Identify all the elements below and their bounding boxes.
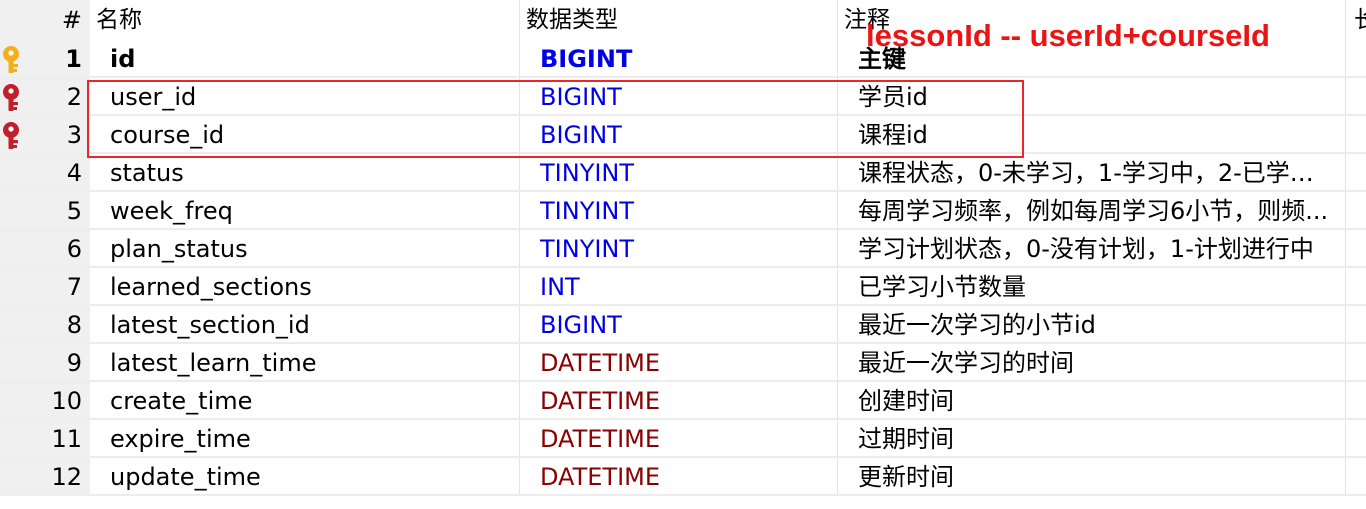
header-data-type[interactable]: 数据类型: [520, 0, 838, 40]
comment-cell[interactable]: 课程id: [838, 116, 1346, 153]
comment-cell[interactable]: 课程状态，0-未学习，1-学习中，2-已学完...: [838, 154, 1346, 191]
data-type-cell[interactable]: DATETIME: [520, 344, 838, 381]
row-number[interactable]: 7: [36, 268, 90, 305]
row-number[interactable]: 3: [36, 116, 90, 153]
length-cell[interactable]: [1346, 40, 1366, 77]
table-row[interactable]: 11 expire_time DATETIME 过期时间: [0, 420, 1366, 458]
table-row[interactable]: 9 latest_learn_time DATETIME 最近一次学习的时间: [0, 344, 1366, 382]
table-row[interactable]: 10 create_time DATETIME 创建时间: [0, 382, 1366, 420]
key-gutter: [0, 268, 36, 305]
header-length[interactable]: 长: [1346, 0, 1366, 40]
comment-cell[interactable]: 已学习小节数量: [838, 268, 1346, 305]
table-row[interactable]: 5 week_freq TINYINT 每周学习频率，例如每周学习6小节，则频...: [0, 192, 1366, 230]
length-cell[interactable]: [1346, 458, 1366, 495]
column-name-cell[interactable]: user_id: [90, 78, 520, 115]
column-name-cell[interactable]: expire_time: [90, 420, 520, 457]
key-gutter: [0, 382, 36, 419]
key-gutter: [0, 40, 36, 77]
key-gutter: [0, 344, 36, 381]
column-name-cell[interactable]: week_freq: [90, 192, 520, 229]
data-type-cell[interactable]: BIGINT: [520, 116, 838, 153]
column-name-cell[interactable]: latest_learn_time: [90, 344, 520, 381]
table-row[interactable]: 2 user_id BIGINT 学员id: [0, 78, 1366, 116]
key-gutter: [0, 306, 36, 343]
length-cell[interactable]: [1346, 230, 1366, 267]
table-row[interactable]: 12 update_time DATETIME 更新时间: [0, 458, 1366, 496]
key-gutter: [0, 192, 36, 229]
length-cell[interactable]: [1346, 420, 1366, 457]
length-cell[interactable]: [1346, 382, 1366, 419]
data-type-cell[interactable]: INT: [520, 268, 838, 305]
comment-cell[interactable]: 最近一次学习的小节id: [838, 306, 1346, 343]
row-number[interactable]: 5: [36, 192, 90, 229]
row-number[interactable]: 4: [36, 154, 90, 191]
comment-cell[interactable]: 学习计划状态，0-没有计划，1-计划进行中: [838, 230, 1346, 267]
comment-cell[interactable]: 过期时间: [838, 420, 1346, 457]
column-name-cell[interactable]: plan_status: [90, 230, 520, 267]
length-cell[interactable]: [1346, 78, 1366, 115]
header-row-number[interactable]: #: [36, 0, 90, 40]
data-type-cell[interactable]: DATETIME: [520, 458, 838, 495]
data-type-cell[interactable]: DATETIME: [520, 420, 838, 457]
comment-cell[interactable]: 每周学习频率，例如每周学习6小节，则频...: [838, 192, 1346, 229]
row-number[interactable]: 11: [36, 420, 90, 457]
index-key-icon: [0, 121, 26, 151]
column-name-cell[interactable]: update_time: [90, 458, 520, 495]
columns-grid: # 名称 数据类型 注释 长 1idBIGINT主键2user_idBIGINT…: [0, 0, 1366, 497]
table-row[interactable]: 7 learned_sections INT 已学习小节数量: [0, 268, 1366, 306]
key-gutter: [0, 420, 36, 457]
data-type-cell[interactable]: TINYINT: [520, 154, 838, 191]
row-number[interactable]: 1: [36, 40, 90, 77]
key-gutter: [0, 116, 36, 153]
comment-cell[interactable]: 更新时间: [838, 458, 1346, 495]
length-cell[interactable]: [1346, 154, 1366, 191]
data-type-cell[interactable]: TINYINT: [520, 192, 838, 229]
row-number[interactable]: 9: [36, 344, 90, 381]
key-gutter: [0, 458, 36, 495]
table-row[interactable]: 8 latest_section_id BIGINT 最近一次学习的小节id: [0, 306, 1366, 344]
key-gutter: [0, 78, 36, 115]
length-cell[interactable]: [1346, 344, 1366, 381]
data-type-cell[interactable]: TINYINT: [520, 230, 838, 267]
row-number[interactable]: 12: [36, 458, 90, 495]
index-key-icon: [0, 83, 26, 113]
data-type-cell[interactable]: BIGINT: [520, 306, 838, 343]
row-number[interactable]: 10: [36, 382, 90, 419]
header-name[interactable]: 名称: [90, 0, 520, 40]
column-name-cell[interactable]: create_time: [90, 382, 520, 419]
column-name-cell[interactable]: id: [90, 40, 520, 77]
table-row[interactable]: 6 plan_status TINYINT 学习计划状态，0-没有计划，1-计划进行中: [0, 230, 1366, 268]
key-gutter: [0, 154, 36, 191]
row-number[interactable]: 6: [36, 230, 90, 267]
key-gutter: [0, 230, 36, 267]
data-type-cell[interactable]: DATETIME: [520, 382, 838, 419]
column-name-cell[interactable]: learned_sections: [90, 268, 520, 305]
column-name-cell[interactable]: latest_section_id: [90, 306, 520, 343]
primary-key-icon: [0, 45, 26, 75]
comment-cell[interactable]: 创建时间: [838, 382, 1346, 419]
table-row[interactable]: 3 course_id BIGINT 课程id: [0, 116, 1366, 154]
row-number[interactable]: 2: [36, 78, 90, 115]
length-cell[interactable]: [1346, 192, 1366, 229]
column-name-cell[interactable]: status: [90, 154, 520, 191]
row-number[interactable]: 8: [36, 306, 90, 343]
comment-cell[interactable]: 主键: [838, 40, 1346, 77]
table-row[interactable]: 1 id BIGINT 主键: [0, 40, 1366, 78]
length-cell[interactable]: [1346, 306, 1366, 343]
grid-header: # 名称 数据类型 注释 长: [0, 0, 1366, 40]
comment-cell[interactable]: 学员id: [838, 78, 1346, 115]
column-name-cell[interactable]: course_id: [90, 116, 520, 153]
data-type-cell[interactable]: BIGINT: [520, 40, 838, 77]
header-key-gutter: [0, 0, 36, 40]
table-row[interactable]: 4 status TINYINT 课程状态，0-未学习，1-学习中，2-已学完...: [0, 154, 1366, 192]
header-comment[interactable]: 注释: [838, 0, 1346, 40]
data-type-cell[interactable]: BIGINT: [520, 78, 838, 115]
comment-cell[interactable]: 最近一次学习的时间: [838, 344, 1346, 381]
length-cell[interactable]: [1346, 116, 1366, 153]
length-cell[interactable]: [1346, 268, 1366, 305]
